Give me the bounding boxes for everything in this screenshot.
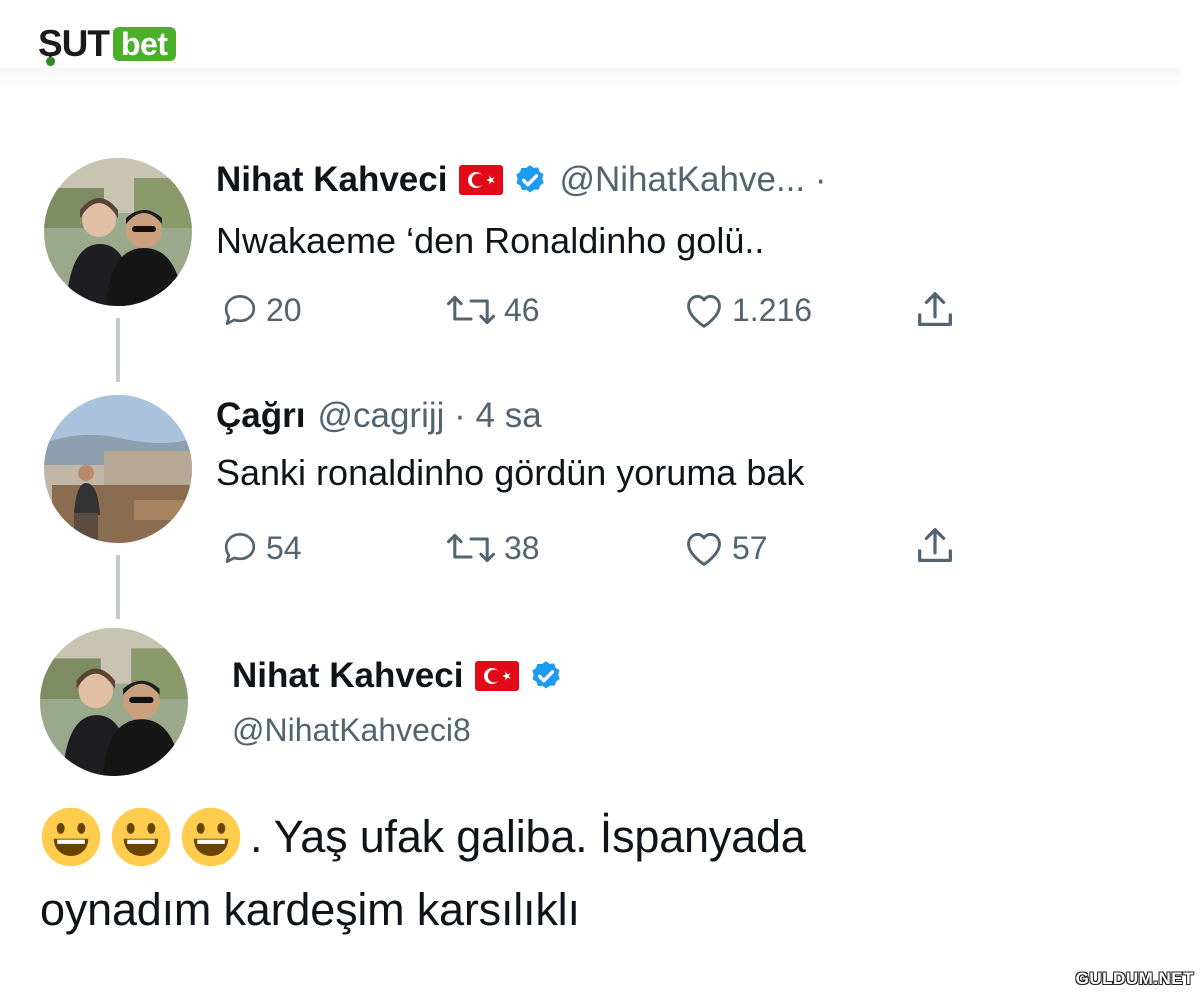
author-name-text[interactable]: Çağrı xyxy=(216,396,305,436)
author-name-text[interactable]: Nihat Kahveci xyxy=(216,160,447,200)
reply-icon xyxy=(224,533,256,563)
author-handle[interactable]: @NihatKahve... · xyxy=(559,160,826,200)
tweet-text: Sanki ronaldinho gördün yoruma bak xyxy=(216,452,805,493)
retweet-button[interactable]: 46 xyxy=(444,290,540,330)
verified-badge-icon xyxy=(516,165,545,193)
brand-ball-icon xyxy=(46,57,55,66)
tweet-text: . Yaş ufak galiba. İspanyada xyxy=(40,806,806,868)
thread-connector xyxy=(116,555,120,619)
share-icon xyxy=(918,292,952,327)
avatar[interactable] xyxy=(40,628,188,776)
reply-button[interactable]: 20 xyxy=(220,290,302,330)
tweet-text-line1: . Yaş ufak galiba. İspanyada xyxy=(250,811,806,862)
share-button[interactable] xyxy=(912,288,958,339)
author-handle[interactable]: @cagrijj · 4 sa xyxy=(317,396,541,436)
brand-logo: ŞUT bet xyxy=(38,24,176,66)
tweet-text-line2: oynadım kardeşim karsılıklı xyxy=(40,884,580,935)
reply-button[interactable]: 54 xyxy=(220,528,302,568)
like-count: 57 xyxy=(732,529,768,566)
tweet-text: Nwakaeme ‘den Ronaldinho golü.. xyxy=(216,220,765,261)
retweet-button[interactable]: 38 xyxy=(444,528,540,568)
like-count: 1.216 xyxy=(732,291,813,328)
retweet-icon xyxy=(446,295,496,325)
share-button[interactable] xyxy=(912,524,958,575)
heart-icon xyxy=(687,532,721,566)
verified-badge-icon xyxy=(532,661,561,689)
turkey-flag-icon xyxy=(475,661,520,691)
retweet-icon xyxy=(446,533,496,563)
author-name[interactable]: Nihat Kahveci @NihatKahve... · xyxy=(216,160,827,200)
watermark: GULDUM.NET xyxy=(1075,969,1194,988)
avatar[interactable] xyxy=(44,158,192,306)
thread-connector xyxy=(116,318,120,382)
grinning-face-emoji xyxy=(181,807,241,867)
retweet-count: 46 xyxy=(504,291,540,328)
author-name[interactable]: Çağrı @cagrijj · 4 sa xyxy=(216,396,542,436)
author-name[interactable]: Nihat Kahveci xyxy=(232,656,563,696)
like-button[interactable]: 1.216 xyxy=(682,290,812,330)
brand-logo-bet: bet xyxy=(113,27,176,61)
avatar[interactable] xyxy=(44,395,192,543)
grinning-face-emoji xyxy=(111,807,171,867)
reply-count: 20 xyxy=(266,291,302,328)
like-button[interactable]: 57 xyxy=(682,528,768,568)
heart-icon xyxy=(687,294,721,328)
share-icon xyxy=(918,528,952,563)
header-divider xyxy=(0,68,1180,90)
author-name-text[interactable]: Nihat Kahveci xyxy=(232,656,463,696)
grinning-face-emoji xyxy=(41,807,101,867)
retweet-count: 38 xyxy=(504,529,540,566)
reply-count: 54 xyxy=(266,529,302,566)
reply-icon xyxy=(224,295,256,325)
author-handle[interactable]: @NihatKahveci8 xyxy=(232,712,471,749)
turkey-flag-icon xyxy=(459,165,504,195)
